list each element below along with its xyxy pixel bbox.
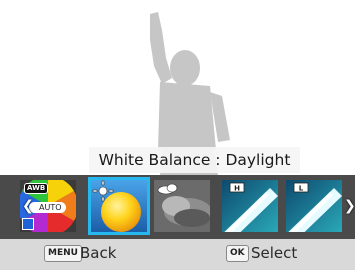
cloudy-icon [154, 180, 210, 232]
checked-icon [22, 218, 34, 230]
fluorescent-tube-icon: L [286, 180, 342, 232]
wb-option-cloudy[interactable] [154, 180, 210, 232]
ok-key[interactable]: OK [226, 245, 249, 262]
awb-badge: AWB [24, 183, 49, 194]
select-label: Select [251, 244, 298, 262]
wb-option-fluorescent-l[interactable]: L [286, 180, 342, 232]
wb-option-fluorescent-h[interactable]: H [222, 180, 278, 232]
camera-screen: White Balance : Daylight AWB AUTO H L ❮ … [0, 0, 355, 270]
svg-text:L: L [299, 185, 304, 193]
chevron-right-icon[interactable]: ❯ [344, 198, 355, 214]
back-label: Back [80, 244, 117, 262]
daylight-icon [91, 180, 147, 232]
white-balance-title: White Balance : Daylight [89, 147, 300, 173]
fluorescent-tube-icon: H [222, 180, 278, 232]
svg-text:H: H [234, 185, 240, 193]
menu-key[interactable]: MENU [44, 245, 82, 262]
wb-option-daylight[interactable] [88, 177, 150, 235]
chevron-left-icon[interactable]: ❮ [22, 198, 34, 214]
auto-label: AUTO [29, 202, 66, 213]
